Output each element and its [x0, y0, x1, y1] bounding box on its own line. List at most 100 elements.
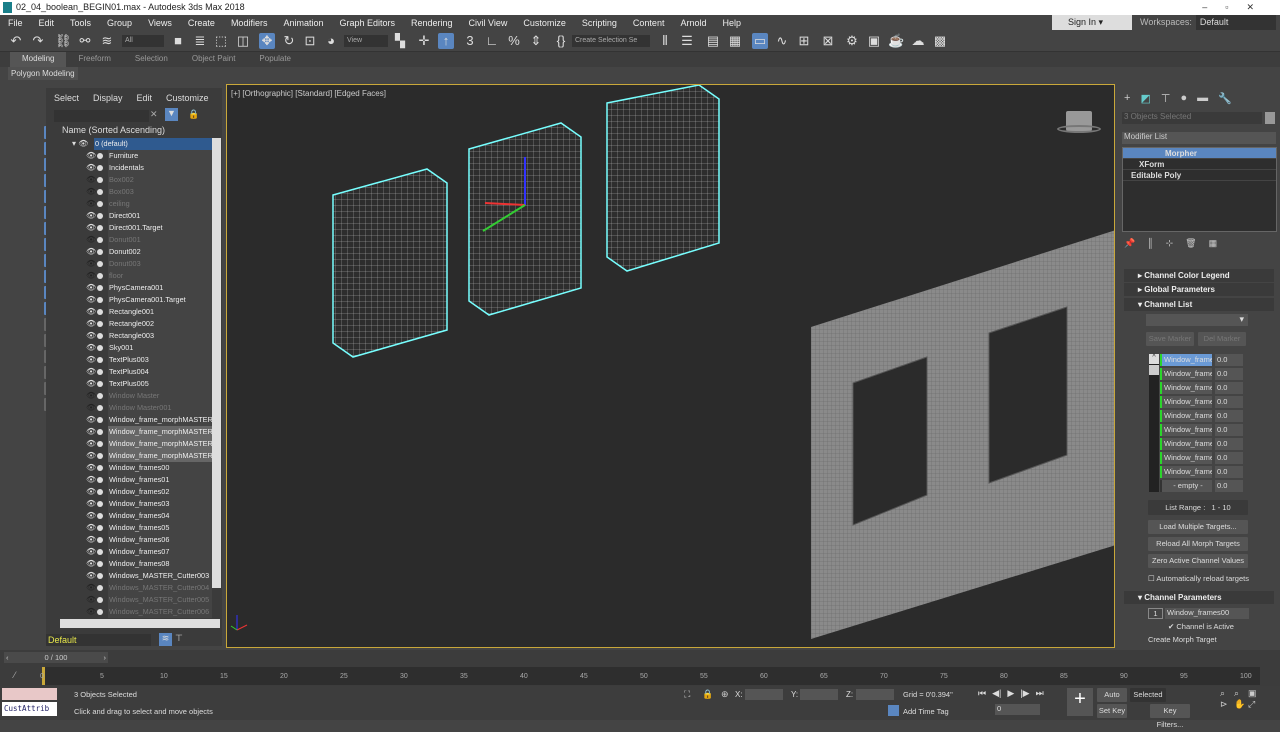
auto-key-button[interactable]: Auto Key [1097, 688, 1127, 713]
load-multiple-targets-button[interactable]: Load Multiple Targets... [1148, 520, 1248, 534]
pivot-center-icon[interactable]: ▚ [392, 33, 408, 49]
window-frame-object-1[interactable] [332, 168, 448, 358]
schematic-view-icon[interactable]: ⊞ [796, 33, 812, 49]
wall-mesh[interactable] [811, 230, 1115, 639]
visibility-eye-icon[interactable]: 👁 [86, 474, 96, 486]
morph-channel[interactable]: Window_frames00.0 [1158, 354, 1246, 366]
visibility-eye-icon[interactable]: 👁 [86, 330, 96, 342]
z-coord-field[interactable] [856, 689, 894, 700]
modifier-stack-item[interactable]: XForm [1123, 159, 1276, 170]
visibility-eye-icon[interactable]: 👁 [86, 426, 96, 438]
visibility-eye-icon[interactable]: 👁 [86, 402, 96, 414]
visibility-eye-icon[interactable]: 👁 [86, 222, 96, 234]
menu-file[interactable]: File [0, 18, 31, 28]
channel-value-spinner[interactable]: 0.0 [1215, 368, 1243, 380]
set-key-button[interactable]: Set Key [1097, 704, 1127, 718]
zoom-icon[interactable]: ⌕ [1220, 688, 1234, 699]
scene-explorer-icon[interactable]: ▤ [705, 33, 721, 49]
scene-object-row[interactable]: 👁 floor [60, 270, 212, 282]
selection-filter-dropdown[interactable]: All [122, 35, 164, 47]
explorer-menu-display[interactable]: Display [93, 93, 123, 103]
zero-active-channel-values-button[interactable]: Zero Active Channel Values [1148, 554, 1248, 568]
viewport-orthographic[interactable]: [+] [Orthographic] [Standard] [Edged Fac… [226, 84, 1115, 648]
set-key-large-icon[interactable]: + [1067, 688, 1093, 716]
polygon-modeling-panel[interactable]: Polygon Modeling [8, 67, 78, 80]
modifier-list-dropdown[interactable]: Modifier List [1122, 132, 1276, 144]
visibility-eye-icon[interactable]: 👁 [86, 246, 96, 258]
menu-animation[interactable]: Animation [275, 18, 331, 28]
scene-object-row[interactable]: 👁 Window_frame_morphMASTER0 [60, 438, 212, 450]
window-frame-object-2[interactable] [468, 122, 582, 316]
column-header-name[interactable]: Name (Sorted Ascending) [62, 125, 222, 135]
align-icon[interactable]: ☰ [679, 33, 695, 49]
channel-name[interactable]: - empty - [1160, 480, 1212, 492]
mini-curve-editor-toggle[interactable]: ⁄ [14, 670, 16, 680]
scene-object-row[interactable]: 👁 Rectangle003 [60, 330, 212, 342]
visibility-eye-icon[interactable]: 👁 [86, 234, 96, 246]
a360-icon[interactable]: ▩ [932, 33, 948, 49]
workspaces-selector[interactable]: Workspaces: Default [1140, 15, 1276, 30]
x-coord-field[interactable] [745, 689, 783, 700]
mirror-icon[interactable]: ⫴ [657, 33, 673, 49]
scene-object-row[interactable]: 👁 PhysCamera001.Target [60, 294, 212, 306]
maximize-viewport-icon[interactable]: ⤢ [1248, 699, 1262, 710]
render-cloud-icon[interactable]: ☁ [910, 33, 926, 49]
redo-icon[interactable]: ↷ [30, 33, 46, 49]
undo-icon[interactable]: ↶ [8, 33, 24, 49]
show-end-result-icon[interactable]: ║ [1147, 238, 1153, 249]
edit-named-selection-icon[interactable]: {} [553, 33, 569, 49]
layer-row[interactable]: ▾ 👁 0 (default) [60, 138, 212, 150]
visibility-eye-icon[interactable]: 👁 [86, 498, 96, 510]
visibility-eye-icon[interactable]: 👁 [86, 594, 96, 606]
link-icon[interactable]: ⛓ [55, 33, 72, 49]
scene-object-row[interactable]: 👁 Window_frames08 [60, 558, 212, 570]
explorer-search-input[interactable] [54, 110, 149, 122]
visibility-eye-icon[interactable]: 👁 [86, 486, 96, 498]
window-crossing-icon[interactable]: ◫ [235, 33, 251, 49]
filter-icon[interactable]: ▼ [165, 108, 178, 121]
morph-channel[interactable]: Window_frames00.0 [1158, 438, 1246, 450]
scene-object-row[interactable]: 👁 Windows_MASTER_Cutter006 [60, 606, 212, 618]
keyboard-shortcut-icon[interactable]: ↑ [438, 33, 454, 49]
maxscript-listener-pink[interactable] [2, 688, 57, 700]
go-to-end-icon[interactable]: ⏭ [1036, 688, 1044, 699]
scene-object-row[interactable]: 👁 PhysCamera001 [60, 282, 212, 294]
visibility-eye-icon[interactable]: 👁 [86, 294, 96, 306]
create-tab-icon[interactable]: + [1124, 92, 1130, 105]
del-marker-button[interactable]: Del Marker [1198, 332, 1246, 346]
next-frame-icon[interactable]: › [104, 652, 109, 663]
scene-object-row[interactable]: 👁 ceiling [60, 198, 212, 210]
visibility-eye-icon[interactable]: 👁 [86, 186, 96, 198]
channel-value-spinner[interactable]: 0.0 [1215, 424, 1243, 436]
explorer-hscrollbar[interactable] [60, 619, 220, 628]
explorer-scrollbar[interactable] [212, 138, 221, 588]
scene-object-row[interactable]: 👁 Window_frames02 [60, 486, 212, 498]
layer-explorer-icon[interactable]: ▦ [727, 33, 743, 49]
scene-object-row[interactable]: 👁 TextPlus005 [60, 378, 212, 390]
visibility-eye-icon[interactable]: 👁 [86, 534, 96, 546]
scene-object-row[interactable]: 👁 Rectangle001 [60, 306, 212, 318]
bind-space-warp-icon[interactable]: ≋ [99, 33, 115, 49]
remove-modifier-icon[interactable]: 🗑 [1185, 238, 1196, 249]
percent-snap-icon[interactable]: % [506, 33, 522, 49]
scene-object-row[interactable]: 👁 Box002 [60, 174, 212, 186]
utilities-tab-icon[interactable]: 🔧 [1218, 92, 1232, 105]
visibility-eye-icon[interactable]: 👁 [86, 270, 96, 282]
menu-modifiers[interactable]: Modifiers [223, 18, 276, 28]
menu-content[interactable]: Content [625, 18, 673, 28]
current-layer-dropdown[interactable]: Default [46, 634, 151, 646]
object-name-field[interactable]: 3 Objects Selected [1122, 112, 1262, 124]
visibility-eye-icon[interactable]: 👁 [86, 150, 96, 162]
channel-value-spinner[interactable]: 0.0 [1215, 480, 1243, 492]
placement-icon[interactable]: ◕ [323, 33, 339, 49]
reference-coord-dropdown[interactable]: View [344, 35, 388, 47]
select-move-icon[interactable]: ✥ [259, 33, 275, 49]
visibility-eye-icon[interactable]: 👁 [86, 258, 96, 270]
menu-edit[interactable]: Edit [31, 18, 63, 28]
scene-object-row[interactable]: 👁 Window Master001 [60, 402, 212, 414]
modifier-stack-item[interactable]: Morpher [1123, 148, 1276, 159]
menu-group[interactable]: Group [99, 18, 140, 28]
visibility-eye-icon[interactable]: 👁 [86, 570, 96, 582]
channel-value-spinner[interactable]: 0.0 [1215, 354, 1243, 366]
scene-object-row[interactable]: 👁 Incidentals [60, 162, 212, 174]
